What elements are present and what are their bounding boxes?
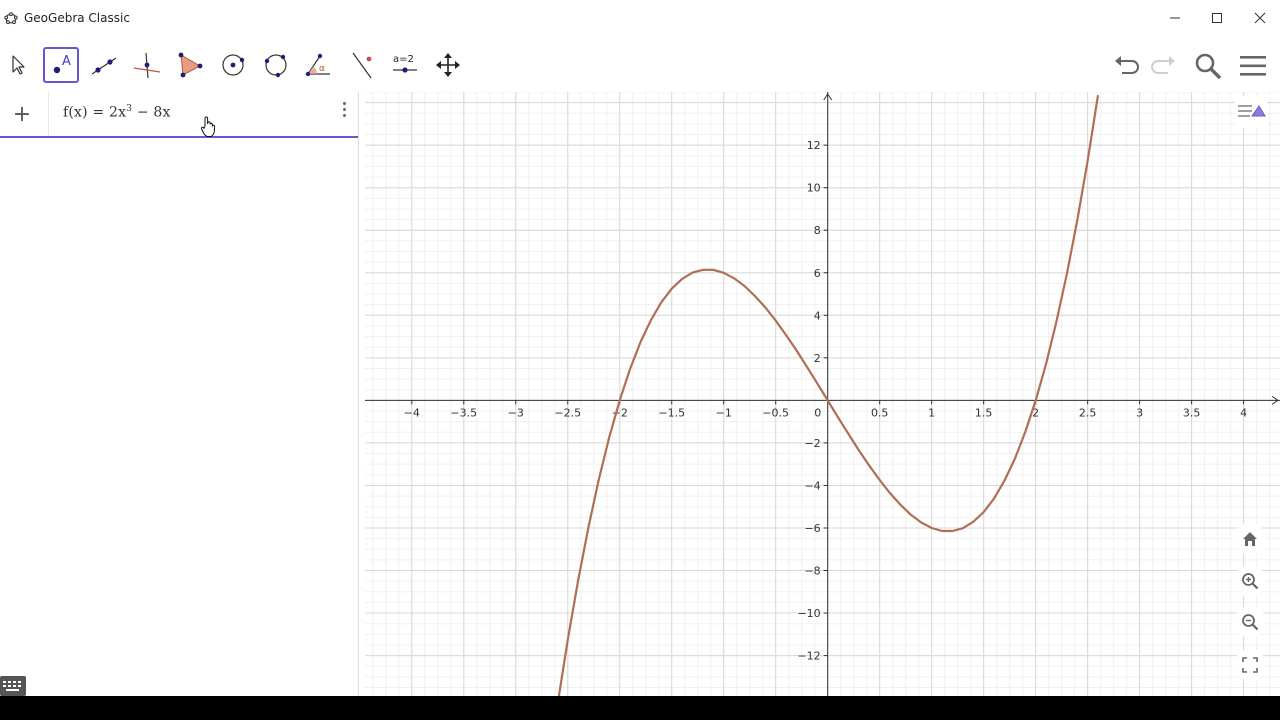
y-tick-label: 12 [807, 139, 821, 152]
angle-icon: α [305, 53, 330, 77]
algebra-view: + f(x) = 2x3 − 8x [0, 92, 359, 696]
move-view-icon [436, 53, 460, 77]
y-tick-label: 4 [814, 309, 821, 322]
maximize-button[interactable] [1197, 0, 1237, 36]
keyboard-icon [3, 681, 21, 691]
fullscreen-icon [1242, 657, 1258, 673]
maximize-icon [1212, 13, 1222, 23]
x-tick-label: 1 [928, 406, 935, 419]
point-tool-button[interactable]: A [43, 47, 79, 83]
y-tick-label: −8 [804, 565, 820, 578]
polygon-tool-button[interactable] [172, 47, 208, 83]
graph-canvas[interactable]: −4 −3.5 −3 −2.5 −2 −1.5 −1 −0.5 0 0.5 1 1.5 2 2.5 3 3.5… [365, 92, 1280, 696]
circle-tool-button[interactable] [215, 47, 251, 83]
x-tick-label: 3.5 [1183, 406, 1201, 419]
y-tick-label: −4 [804, 479, 820, 492]
minimize-button[interactable] [1155, 0, 1195, 36]
x-tick-label: −3.5 [450, 406, 477, 419]
home-view-button[interactable] [1234, 523, 1266, 555]
y-tick-label: 8 [814, 224, 821, 237]
line-tool-button[interactable] [86, 47, 122, 83]
more-vertical-dot [342, 107, 346, 111]
redo-icon [1151, 56, 1175, 74]
x-tick-label: −4 [404, 406, 420, 419]
search-icon [1195, 53, 1221, 79]
menu-icon [1240, 56, 1266, 76]
x-tick-label: −0.5 [762, 406, 789, 419]
x-tick-label: 0.5 [871, 406, 889, 419]
add-item-button[interactable]: + [0, 92, 44, 136]
expression-prefix: f(x) = 2x [63, 104, 127, 121]
circle-through-points-tool-button[interactable] [258, 47, 294, 83]
fullscreen-button[interactable] [1234, 649, 1266, 681]
undo-icon [1115, 56, 1139, 74]
move-graphics-view-tool-button[interactable] [430, 47, 466, 83]
graphics-view[interactable]: −4 −3.5 −3 −2.5 −2 −1.5 −1 −0.5 0 0.5 1 1.5 2 2.5 3 3.5… [365, 92, 1280, 696]
move-tool-button[interactable] [0, 47, 36, 83]
home-icon [1243, 532, 1257, 546]
y-tick-label: −10 [797, 607, 820, 620]
redo-button[interactable] [1143, 46, 1183, 86]
close-button[interactable] [1240, 0, 1280, 36]
x-tick-label: −3 [508, 406, 524, 419]
toolbar: A α a=2 [0, 44, 1280, 88]
row-divider [48, 92, 49, 136]
polygon-icon [178, 52, 203, 78]
bottom-bar [0, 696, 1280, 720]
point-tool-label: A [62, 54, 71, 69]
perpendicular-line-tool-button[interactable] [129, 47, 165, 83]
y-tick-label: −12 [797, 650, 820, 663]
x-tick-label: −2.5 [554, 406, 581, 419]
line-through-points-icon [91, 57, 117, 75]
perpendicular-icon [133, 52, 161, 79]
slider-tool-button[interactable]: a=2 [387, 47, 423, 83]
zoom-in-icon [1242, 573, 1259, 590]
geogebra-window: GeoGebra Classic A α a=2 + f(x) = 2x3 − … [0, 0, 1280, 720]
reflect-about-line-icon [352, 52, 372, 79]
arrow-pointer-icon [12, 55, 25, 75]
y-tick-label: −2 [804, 437, 820, 450]
window-title: GeoGebra Classic [24, 11, 130, 25]
hand-cursor-icon [200, 116, 216, 137]
y-tick-label: 2 [814, 352, 821, 365]
x-tick-label: 0 [814, 406, 821, 419]
zoom-in-button[interactable] [1234, 565, 1266, 597]
circle-center-point-icon [222, 54, 245, 76]
main-menu-button[interactable] [1233, 46, 1273, 86]
zoom-out-icon [1242, 614, 1259, 631]
row-menu-button[interactable] [336, 96, 352, 122]
x-tick-label: −1.5 [658, 406, 685, 419]
more-vertical-dot [342, 113, 346, 117]
style-bar-toggle-icon [1238, 105, 1266, 117]
x-tick-label: 2.5 [1079, 406, 1097, 419]
y-tick-label: 10 [807, 182, 821, 195]
point-a-icon: A [53, 54, 71, 74]
more-vertical-icon [342, 101, 346, 105]
slider-icon: a=2 [393, 54, 417, 73]
geogebra-logo-icon [4, 12, 18, 25]
x-tick-label: −1 [716, 406, 732, 419]
minimize-icon [1170, 17, 1180, 19]
close-icon [1254, 12, 1266, 24]
undo-button[interactable] [1107, 46, 1147, 86]
angle-tool-label: α [319, 64, 325, 74]
search-button[interactable] [1188, 46, 1228, 86]
expression-suffix: − 8x [132, 104, 171, 121]
zoom-out-button[interactable] [1234, 606, 1266, 638]
x-tick-label: 4 [1240, 406, 1247, 419]
x-tick-label: 1.5 [975, 406, 993, 419]
algebra-input-row[interactable]: + f(x) = 2x3 − 8x [0, 92, 358, 138]
style-bar-toggle-button[interactable] [1235, 96, 1267, 128]
virtual-keyboard-button[interactable] [0, 676, 26, 696]
reflect-tool-button[interactable] [344, 47, 380, 83]
function-expression[interactable]: f(x) = 2x3 − 8x [63, 104, 171, 121]
title-bar: GeoGebra Classic [0, 0, 1280, 36]
y-tick-label: −6 [804, 522, 820, 535]
angle-tool-button[interactable]: α [301, 47, 337, 83]
x-tick-label: 3 [1136, 406, 1143, 419]
slider-tool-label: a=2 [393, 54, 414, 65]
circle-three-points-icon [264, 54, 287, 78]
y-tick-label: 6 [814, 267, 821, 280]
